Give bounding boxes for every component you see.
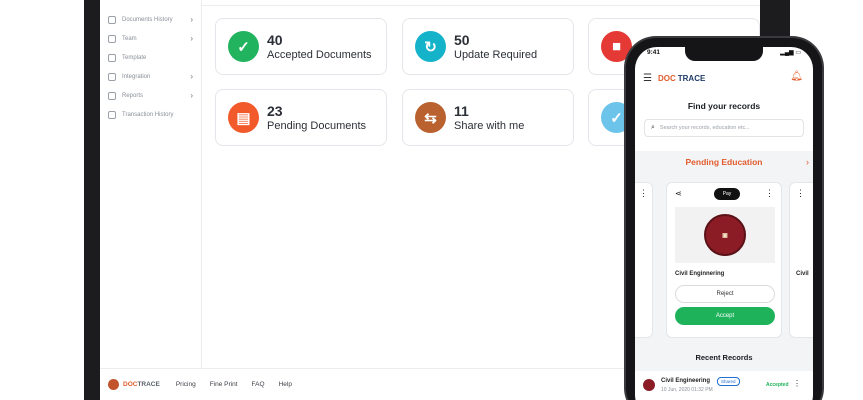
accept-button[interactable]: Accept [675,307,775,325]
refresh-icon: ↻ [415,31,446,62]
record-date: 10 Jun, 2020 01:32 PM [661,387,713,393]
stat-count: 50 [454,31,470,48]
sidebar-item-label: Template [122,54,147,61]
footer-link-faq[interactable]: FAQ [252,381,265,388]
stat-count: 11 [454,102,469,119]
sidebar-top-spacer [100,0,201,10]
stat-card-text: 23 Pending Documents [267,103,366,133]
history-icon [108,110,116,119]
sidebar-item-integration[interactable]: Integration › [100,67,201,86]
footer-link-pricing[interactable]: Pricing [176,381,196,388]
sidebar-item-label: Documents History [122,16,173,23]
sidebar-item-label: Integration [122,73,151,80]
document-check-icon: ✓ [228,31,259,62]
phone-frame: 9:41 ▂▄▆ ▭ ☰ DOC TRACE 🔔︎ Find your reco… [626,38,822,400]
signal-battery-icon: ▂▄▆ ▭ [780,50,801,56]
stat-count: 23 [267,102,283,119]
chevron-right-icon: › [190,72,193,81]
stat-card-update-required[interactable]: ↻ 50 Update Required [402,18,574,75]
more-options-icon[interactable]: ⋮ [765,188,774,199]
status-bar: 9:41 ▂▄▆ ▭ [635,49,813,59]
footer-link-help[interactable]: Help [279,381,292,388]
university-crest-icon: ▣ [704,214,746,256]
chevron-right-icon: › [190,15,193,24]
top-bar [202,0,760,6]
footer-brand-part1: DOC [123,381,138,388]
record-name: Civil Engineering [661,378,711,384]
stat-count: 40 [267,31,283,48]
record-card-peek-left[interactable]: ⋮ [635,182,653,338]
menu-icon[interactable]: ☰ [643,73,652,84]
find-records-title: Find your records [687,101,761,111]
reports-icon [108,91,116,100]
stat-label: Update Required [454,48,538,61]
pending-document-icon: ▤ [228,102,259,133]
stat-card-pending[interactable]: ▤ 23 Pending Documents [215,89,387,146]
stat-card-accepted[interactable]: ✓ 40 Accepted Documents [215,18,387,75]
university-crest-box: ▣ [675,207,775,263]
chevron-right-icon[interactable]: › [806,157,809,167]
template-icon [108,53,116,62]
footer-link-fine-print[interactable]: Fine Print [210,381,238,388]
pending-education-title: Pending Education [685,157,763,167]
stat-label: Pending Documents [267,119,367,132]
notification-bell-icon[interactable]: 🔔︎ [790,71,803,82]
stat-label: Share with me [454,119,525,132]
shared-badge: Shared [717,377,740,386]
reject-button[interactable]: Reject [675,285,775,303]
stat-card-text: 11 Share with me [454,103,524,133]
status-time: 9:41 [647,49,661,56]
apple-pay-button[interactable]: Pay [714,188,740,200]
more-options-icon[interactable]: ⋮ [796,188,805,199]
sidebar-item-template[interactable]: Template [100,48,201,67]
team-icon [108,34,116,43]
phone-screen: 9:41 ▂▄▆ ▭ ☰ DOC TRACE 🔔︎ Find your reco… [635,47,813,400]
sidebar-item-label: Transaction History [122,111,174,118]
stat-card-text: 40 Accepted Documents [267,32,372,62]
more-options-icon[interactable]: ⋮ [639,188,648,199]
documents-icon [108,15,116,24]
record-card-peek-right[interactable]: ⋮ Civil [789,182,813,338]
stage: Documents History › Team › Template Inte… [0,0,863,400]
footer-brand-part2: TRACE [137,381,160,388]
share-icon[interactable]: ⋖ [675,189,682,198]
sidebar-item-label: Team [122,35,137,42]
university-crest-icon [643,379,655,391]
chevron-right-icon: › [190,91,193,100]
course-name: Civil [796,271,809,277]
search-input[interactable]: ⌕ Search your records, education etc... [644,119,804,137]
stat-label: Accepted Documents [267,48,372,61]
sidebar-item-transaction-history[interactable]: Transaction History [100,105,201,124]
sidebar-item-team[interactable]: Team › [100,29,201,48]
doctrace-logo-icon [108,379,119,390]
recent-record-row[interactable]: Civil Engineering Shared 10 Jun, 2020 01… [643,375,805,397]
search-icon: ⌕ [651,124,655,131]
app-brand-part1: DOC [657,73,676,83]
integration-icon [108,72,116,81]
record-card[interactable]: ⋖ Pay ⋮ ▣ Civil Enginnering Reject Accep… [666,182,782,338]
app-brand-part2: TRACE [677,73,706,83]
share-users-icon: ⇆ [415,102,446,133]
sidebar-item-reports[interactable]: Reports › [100,86,201,105]
sidebar: Documents History › Team › Template Inte… [100,0,202,368]
recent-records-title: Recent Records [695,353,753,362]
search-placeholder: Search your records, education etc... [659,125,750,131]
pay-label: Pay [722,191,732,197]
sidebar-item-label: Reports [122,92,144,99]
record-status: Accepted [766,382,789,388]
stat-card-share-with-me[interactable]: ⇆ 11 Share with me [402,89,574,146]
sidebar-item-documents-history[interactable]: Documents History › [100,10,201,29]
app-bar: ☰ DOC TRACE 🔔︎ [635,65,813,91]
stat-card-text: 50 Update Required [454,32,537,62]
course-name: Civil Enginnering [675,271,725,277]
chevron-right-icon: › [190,34,193,43]
more-options-icon[interactable]: ⋮ [793,379,801,388]
